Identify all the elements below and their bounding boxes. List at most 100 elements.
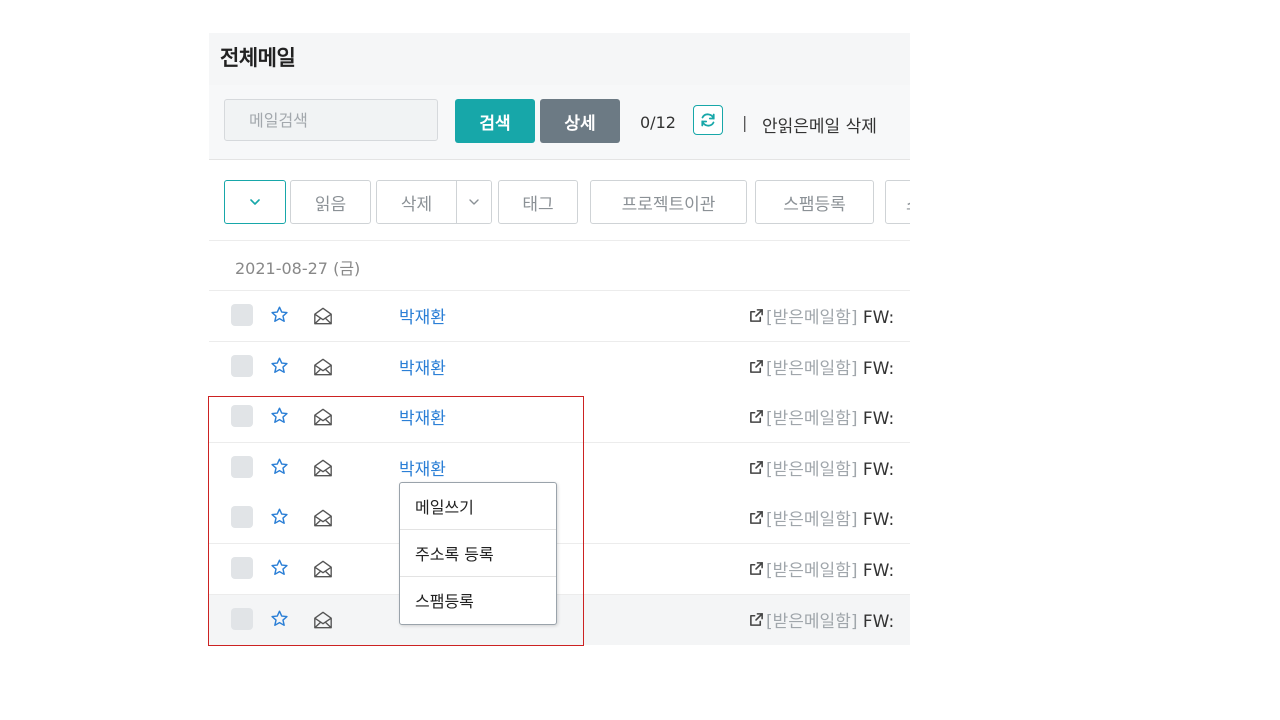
- star-toggle[interactable]: [270, 406, 289, 429]
- external-link-icon: [750, 612, 763, 626]
- mail-checkbox[interactable]: [231, 304, 253, 326]
- mail-subject[interactable]: [받은메일함] FW:: [766, 455, 894, 480]
- read-status-toggle[interactable]: [313, 508, 333, 532]
- mail-subject-text: FW:: [862, 409, 895, 430]
- star-toggle[interactable]: [270, 507, 289, 530]
- menu-item-register-spam[interactable]: 스팸등록: [400, 577, 556, 623]
- search-input[interactable]: [224, 99, 438, 141]
- mail-subject[interactable]: [받은메일함] FW:: [766, 404, 894, 429]
- page-title: 전체메일: [220, 46, 296, 70]
- title-bar: 전체메일: [209, 33, 910, 86]
- open-in-new-window[interactable]: [749, 510, 764, 529]
- search-button[interactable]: 검색: [455, 99, 535, 143]
- mail-row[interactable]: [받은메일함] FW:: [209, 594, 910, 645]
- mail-sender[interactable]: 박재환: [399, 404, 446, 429]
- date-group-label: 2021-08-27 (금): [235, 259, 361, 278]
- mail-checkbox[interactable]: [231, 607, 253, 630]
- mail-row[interactable]: [받은메일함] FW:: [209, 493, 910, 545]
- mail-subject-text: FW:: [862, 611, 895, 632]
- mail-row[interactable]: 박재환 [받은메일함] FW:: [209, 291, 910, 342]
- detail-search-button[interactable]: 상세: [540, 99, 620, 143]
- mail-row[interactable]: 박재환 [받은메일함] FW:: [209, 341, 910, 393]
- chevron-down-icon: [250, 199, 260, 205]
- external-link-icon: [750, 359, 763, 373]
- mail-folder-label: [받은메일함]: [766, 561, 858, 581]
- mail-row[interactable]: 박재환 [받은메일함] FW:: [209, 392, 910, 444]
- mail-checkbox[interactable]: [231, 506, 253, 529]
- external-link-icon: [750, 562, 763, 575]
- mail-subject[interactable]: [받은메일함] FW:: [766, 505, 894, 530]
- delete-button-group: 삭제: [376, 180, 492, 224]
- open-in-new-window[interactable]: [749, 561, 764, 580]
- mail-checkbox[interactable]: [231, 354, 253, 377]
- mail-list-panel: 전체메일 검색 상세 0/12 | 안읽은메일 삭제 읽음 삭제: [209, 33, 910, 645]
- project-transfer-button[interactable]: 프로젝트이관: [590, 180, 747, 224]
- open-in-new-window[interactable]: [749, 409, 764, 428]
- envelope-open-icon: [314, 358, 332, 376]
- external-link-icon: [750, 410, 763, 424]
- mail-folder-label: [받은메일함]: [766, 459, 858, 480]
- envelope-open-icon: [314, 408, 332, 426]
- star-icon: [271, 357, 288, 373]
- star-icon: [271, 508, 288, 525]
- mail-sender[interactable]: 박재환: [399, 455, 446, 480]
- delete-button[interactable]: 삭제: [377, 181, 457, 223]
- unread-count: 0/12: [640, 113, 676, 132]
- star-toggle[interactable]: [270, 609, 289, 632]
- mail-subject-text: FW:: [862, 561, 895, 581]
- mail-sender[interactable]: 박재환: [399, 354, 446, 379]
- mail-checkbox[interactable]: [231, 557, 253, 579]
- mail-row[interactable]: [받은메일함] FW:: [209, 544, 910, 595]
- mail-sender[interactable]: 박재환: [399, 303, 446, 328]
- external-link-icon: [750, 511, 763, 525]
- open-in-new-window[interactable]: [749, 308, 764, 327]
- open-in-new-window[interactable]: [749, 460, 764, 479]
- chevron-down-icon: [469, 199, 479, 205]
- mail-subject[interactable]: [받은메일함] FW:: [766, 303, 894, 328]
- delete-unread-link[interactable]: 안읽은메일 삭제: [762, 112, 877, 137]
- star-icon: [271, 559, 288, 576]
- tag-button[interactable]: 태그: [498, 180, 578, 224]
- date-group-header: 2021-08-27 (금): [209, 241, 910, 291]
- mail-row[interactable]: 박재환 [받은메일함] FW:: [209, 442, 910, 494]
- envelope-open-icon: [314, 509, 332, 527]
- open-in-new-window[interactable]: [749, 612, 764, 631]
- star-icon: [271, 458, 288, 474]
- star-toggle[interactable]: [270, 457, 289, 480]
- refresh-icon: [701, 113, 715, 127]
- mail-subject-text: FW:: [862, 510, 895, 531]
- mail-subject[interactable]: [받은메일함] FW:: [766, 607, 894, 632]
- mail-subject[interactable]: [받은메일함] FW:: [766, 354, 894, 379]
- select-all-dropdown[interactable]: [224, 180, 286, 224]
- toolbar-more-button[interactable]: 스: [885, 180, 910, 224]
- read-status-toggle[interactable]: [313, 458, 333, 482]
- refresh-button[interactable]: [693, 105, 723, 135]
- menu-item-add-contact[interactable]: 주소록 등록: [400, 530, 556, 577]
- sender-context-menu: 메일쓰기 주소록 등록 스팸등록: [399, 482, 557, 625]
- read-status-toggle[interactable]: [313, 559, 333, 583]
- read-status-toggle[interactable]: [313, 407, 333, 431]
- mail-checkbox[interactable]: [231, 405, 253, 428]
- mail-folder-label: [받은메일함]: [766, 409, 858, 430]
- star-toggle[interactable]: [270, 558, 289, 581]
- delete-dropdown-button[interactable]: [457, 181, 491, 223]
- envelope-open-icon: [314, 611, 332, 629]
- external-link-icon: [750, 460, 763, 474]
- read-status-toggle[interactable]: [313, 357, 333, 381]
- mail-subject-text: FW:: [862, 308, 895, 328]
- mail-toolbar: 읽음 삭제 태그 프로젝트이관 스팸등록 스: [209, 160, 910, 241]
- mail-folder-label: [받은메일함]: [766, 611, 858, 632]
- read-status-toggle[interactable]: [313, 610, 333, 634]
- read-status-toggle[interactable]: [313, 306, 333, 330]
- mail-checkbox[interactable]: [231, 455, 253, 478]
- mail-folder-label: [받은메일함]: [766, 358, 858, 379]
- star-toggle[interactable]: [270, 305, 289, 328]
- mail-subject[interactable]: [받은메일함] FW:: [766, 556, 894, 581]
- envelope-open-icon: [314, 307, 332, 325]
- menu-item-compose[interactable]: 메일쓰기: [400, 483, 556, 530]
- mark-read-button[interactable]: 읽음: [290, 180, 371, 224]
- star-toggle[interactable]: [270, 356, 289, 379]
- spam-register-button[interactable]: 스팸등록: [755, 180, 874, 224]
- mail-subject-text: FW:: [862, 358, 895, 379]
- open-in-new-window[interactable]: [749, 359, 764, 378]
